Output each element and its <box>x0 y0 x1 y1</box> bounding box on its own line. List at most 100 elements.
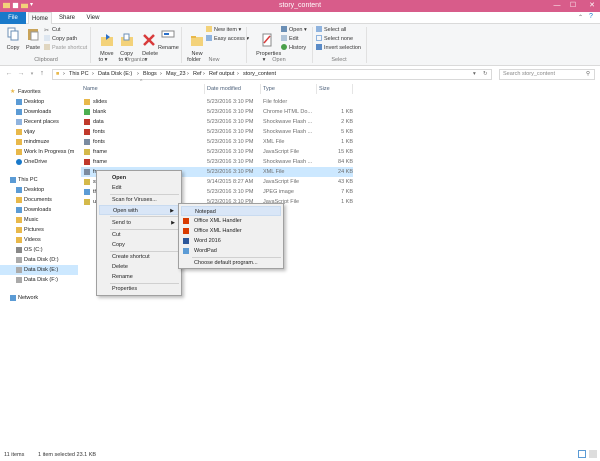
menu-open-with[interactable]: Open with ▶ <box>99 205 179 215</box>
breadcrumb-separator: › <box>187 71 189 77</box>
copy-path-button[interactable]: Copy path <box>44 35 77 43</box>
nav-favorites[interactable]: ★ Favorites <box>0 87 78 97</box>
nav-data-disk-f[interactable]: Data Disk (F:) <box>0 275 78 285</box>
ribbon-collapse-icon[interactable]: ⌃ <box>578 14 583 21</box>
forward-arrow-icon[interactable]: → <box>16 69 26 79</box>
submenu-word-2016[interactable]: Word 2016 <box>181 236 281 246</box>
paste-shortcut-button[interactable]: Paste shortcut <box>44 44 87 52</box>
breadcrumb-ref-output[interactable]: Ref output <box>209 71 234 77</box>
menu-delete[interactable]: Delete <box>99 262 179 272</box>
table-row[interactable]: slides 5/23/2016 3:10 PM File folder <box>81 97 353 107</box>
submenu-office-xml-2[interactable]: Office XML Handler <box>181 226 281 236</box>
file-icon <box>84 179 90 185</box>
breadcrumb-data-disk[interactable]: Data Disk (E:) <box>98 71 132 77</box>
tab-share[interactable]: Share <box>56 12 78 24</box>
network-icon <box>10 295 16 301</box>
nav-this-pc[interactable]: This PC <box>0 175 78 185</box>
submenu-office-xml-1[interactable]: Office XML Handler <box>181 216 281 226</box>
cut-button[interactable]: ✂ Cut <box>44 26 61 34</box>
submenu-choose-default[interactable]: Choose default program... <box>181 258 281 268</box>
menu-cut[interactable]: Cut <box>99 230 179 240</box>
column-header-name[interactable]: Name <box>81 84 205 94</box>
back-arrow-icon[interactable]: ← <box>4 69 14 79</box>
breadcrumb-story-content[interactable]: story_content <box>243 71 276 77</box>
paste-button[interactable]: Paste <box>24 27 42 51</box>
menu-properties[interactable]: Properties <box>99 284 179 294</box>
up-arrow-icon[interactable]: ↑ <box>37 69 47 79</box>
nav-mindmuze[interactable]: mindmuze <box>0 137 78 147</box>
copy-button[interactable]: Copy <box>4 27 22 51</box>
search-input[interactable]: Search story_content ⚲ <box>499 69 595 80</box>
cell-type: File folder <box>263 99 288 105</box>
maximize-button[interactable]: ☐ <box>566 0 580 12</box>
delete-icon <box>143 34 156 46</box>
nav-onedrive[interactable]: OneDrive <box>0 157 78 167</box>
nav-data-disk-e[interactable]: Data Disk (E:) <box>0 265 78 275</box>
recent-locations-icon[interactable]: ▾ <box>27 69 37 79</box>
rename-label: Rename <box>158 45 179 51</box>
desktop-icon <box>16 99 22 105</box>
nav-music[interactable]: Music <box>0 215 78 225</box>
close-button[interactable]: ✕ <box>584 0 600 12</box>
menu-create-shortcut[interactable]: Create shortcut <box>99 252 179 262</box>
column-header-date[interactable]: Date modified <box>205 84 261 94</box>
edit-button[interactable]: Edit <box>281 35 298 43</box>
nav-data-disk-d[interactable]: Data Disk (D:) <box>0 255 78 265</box>
refresh-icon[interactable]: ↻ <box>483 71 488 77</box>
nav-recent-places[interactable]: Recent places <box>0 117 78 127</box>
submenu-notepad[interactable]: Notepad <box>181 206 281 216</box>
table-row[interactable]: fonts 5/23/2016 3:10 PM Shockwave Flash ..… <box>81 127 353 137</box>
nav-work-in-progress[interactable]: Work In Progress (m <box>0 147 78 157</box>
nav-videos[interactable]: Videos <box>0 235 78 245</box>
tab-file[interactable]: File <box>0 12 26 24</box>
column-header-type[interactable]: Type <box>261 84 317 94</box>
menu-send-to[interactable]: Send to ▶ <box>99 218 179 228</box>
breadcrumb-ref[interactable]: Ref <box>193 71 202 77</box>
menu-edit[interactable]: Edit <box>99 183 179 193</box>
word-icon <box>183 238 189 244</box>
details-view-icon[interactable] <box>578 450 586 458</box>
breadcrumb-blogs[interactable]: Blogs <box>143 71 157 77</box>
menu-scan-viruses[interactable]: Scan for Viruses... <box>99 195 179 205</box>
nav-pc-downloads[interactable]: Downloads <box>0 205 78 215</box>
breadcrumb-this-pc[interactable]: This PC <box>69 71 89 77</box>
tab-view[interactable]: View <box>82 12 104 24</box>
address-dropdown-icon[interactable]: ▾ <box>473 71 476 77</box>
menu-rename[interactable]: Rename <box>99 272 179 282</box>
nav-documents[interactable]: Documents <box>0 195 78 205</box>
nav-vijay[interactable]: vijay <box>0 127 78 137</box>
table-row[interactable]: frame 5/23/2016 3:10 PM Shockwave Flash ..… <box>81 157 353 167</box>
select-all-button[interactable]: Select all <box>316 26 346 34</box>
history-button[interactable]: History <box>281 44 306 52</box>
nav-label: Downloads <box>24 207 52 213</box>
menu-open[interactable]: Open <box>99 173 179 183</box>
menu-copy[interactable]: Copy <box>99 240 179 250</box>
table-row[interactable]: frame 5/23/2016 3:10 PM JavaScript File 15 … <box>81 147 353 157</box>
submenu-wordpad[interactable]: WordPad <box>181 246 281 256</box>
large-icons-view-icon[interactable] <box>589 450 597 458</box>
select-none-button[interactable]: Select none <box>316 35 353 43</box>
minimize-button[interactable]: — <box>550 0 564 12</box>
nav-desktop[interactable]: Desktop <box>0 97 78 107</box>
nav-pictures[interactable]: Pictures <box>0 225 78 235</box>
column-header-size[interactable]: Size <box>317 84 353 94</box>
breadcrumb-may23[interactable]: May_23 <box>166 71 186 77</box>
easy-access-button[interactable]: Easy access ▾ <box>206 35 249 43</box>
help-icon[interactable]: ? <box>589 13 593 20</box>
star-icon: ★ <box>10 89 16 95</box>
nav-pc-desktop[interactable]: Desktop <box>0 185 78 195</box>
table-row[interactable]: blank 5/23/2016 3:10 PM Chrome HTML Do... 1… <box>81 107 353 117</box>
edit-icon <box>281 35 287 41</box>
new-item-button[interactable]: New item ▾ <box>206 26 241 34</box>
nav-network[interactable]: Network <box>0 293 78 303</box>
address-bar[interactable]: ■ › This PC › Data Disk (E:) › Blogs › M… <box>52 69 492 80</box>
open-button[interactable]: Open ▾ <box>281 26 307 34</box>
nav-os-c[interactable]: OS (C:) <box>0 245 78 255</box>
rename-button[interactable]: Rename <box>158 27 179 51</box>
cell-name: slides <box>93 99 108 105</box>
nav-downloads[interactable]: Downloads <box>0 107 78 117</box>
invert-selection-button[interactable]: Invert selection <box>316 44 361 52</box>
tab-home[interactable]: Home <box>28 12 52 24</box>
table-row[interactable]: fonts 5/23/2016 3:10 PM XML File 1 KB <box>81 137 353 147</box>
table-row[interactable]: data 5/23/2016 3:10 PM Shockwave Flash ...… <box>81 117 353 127</box>
